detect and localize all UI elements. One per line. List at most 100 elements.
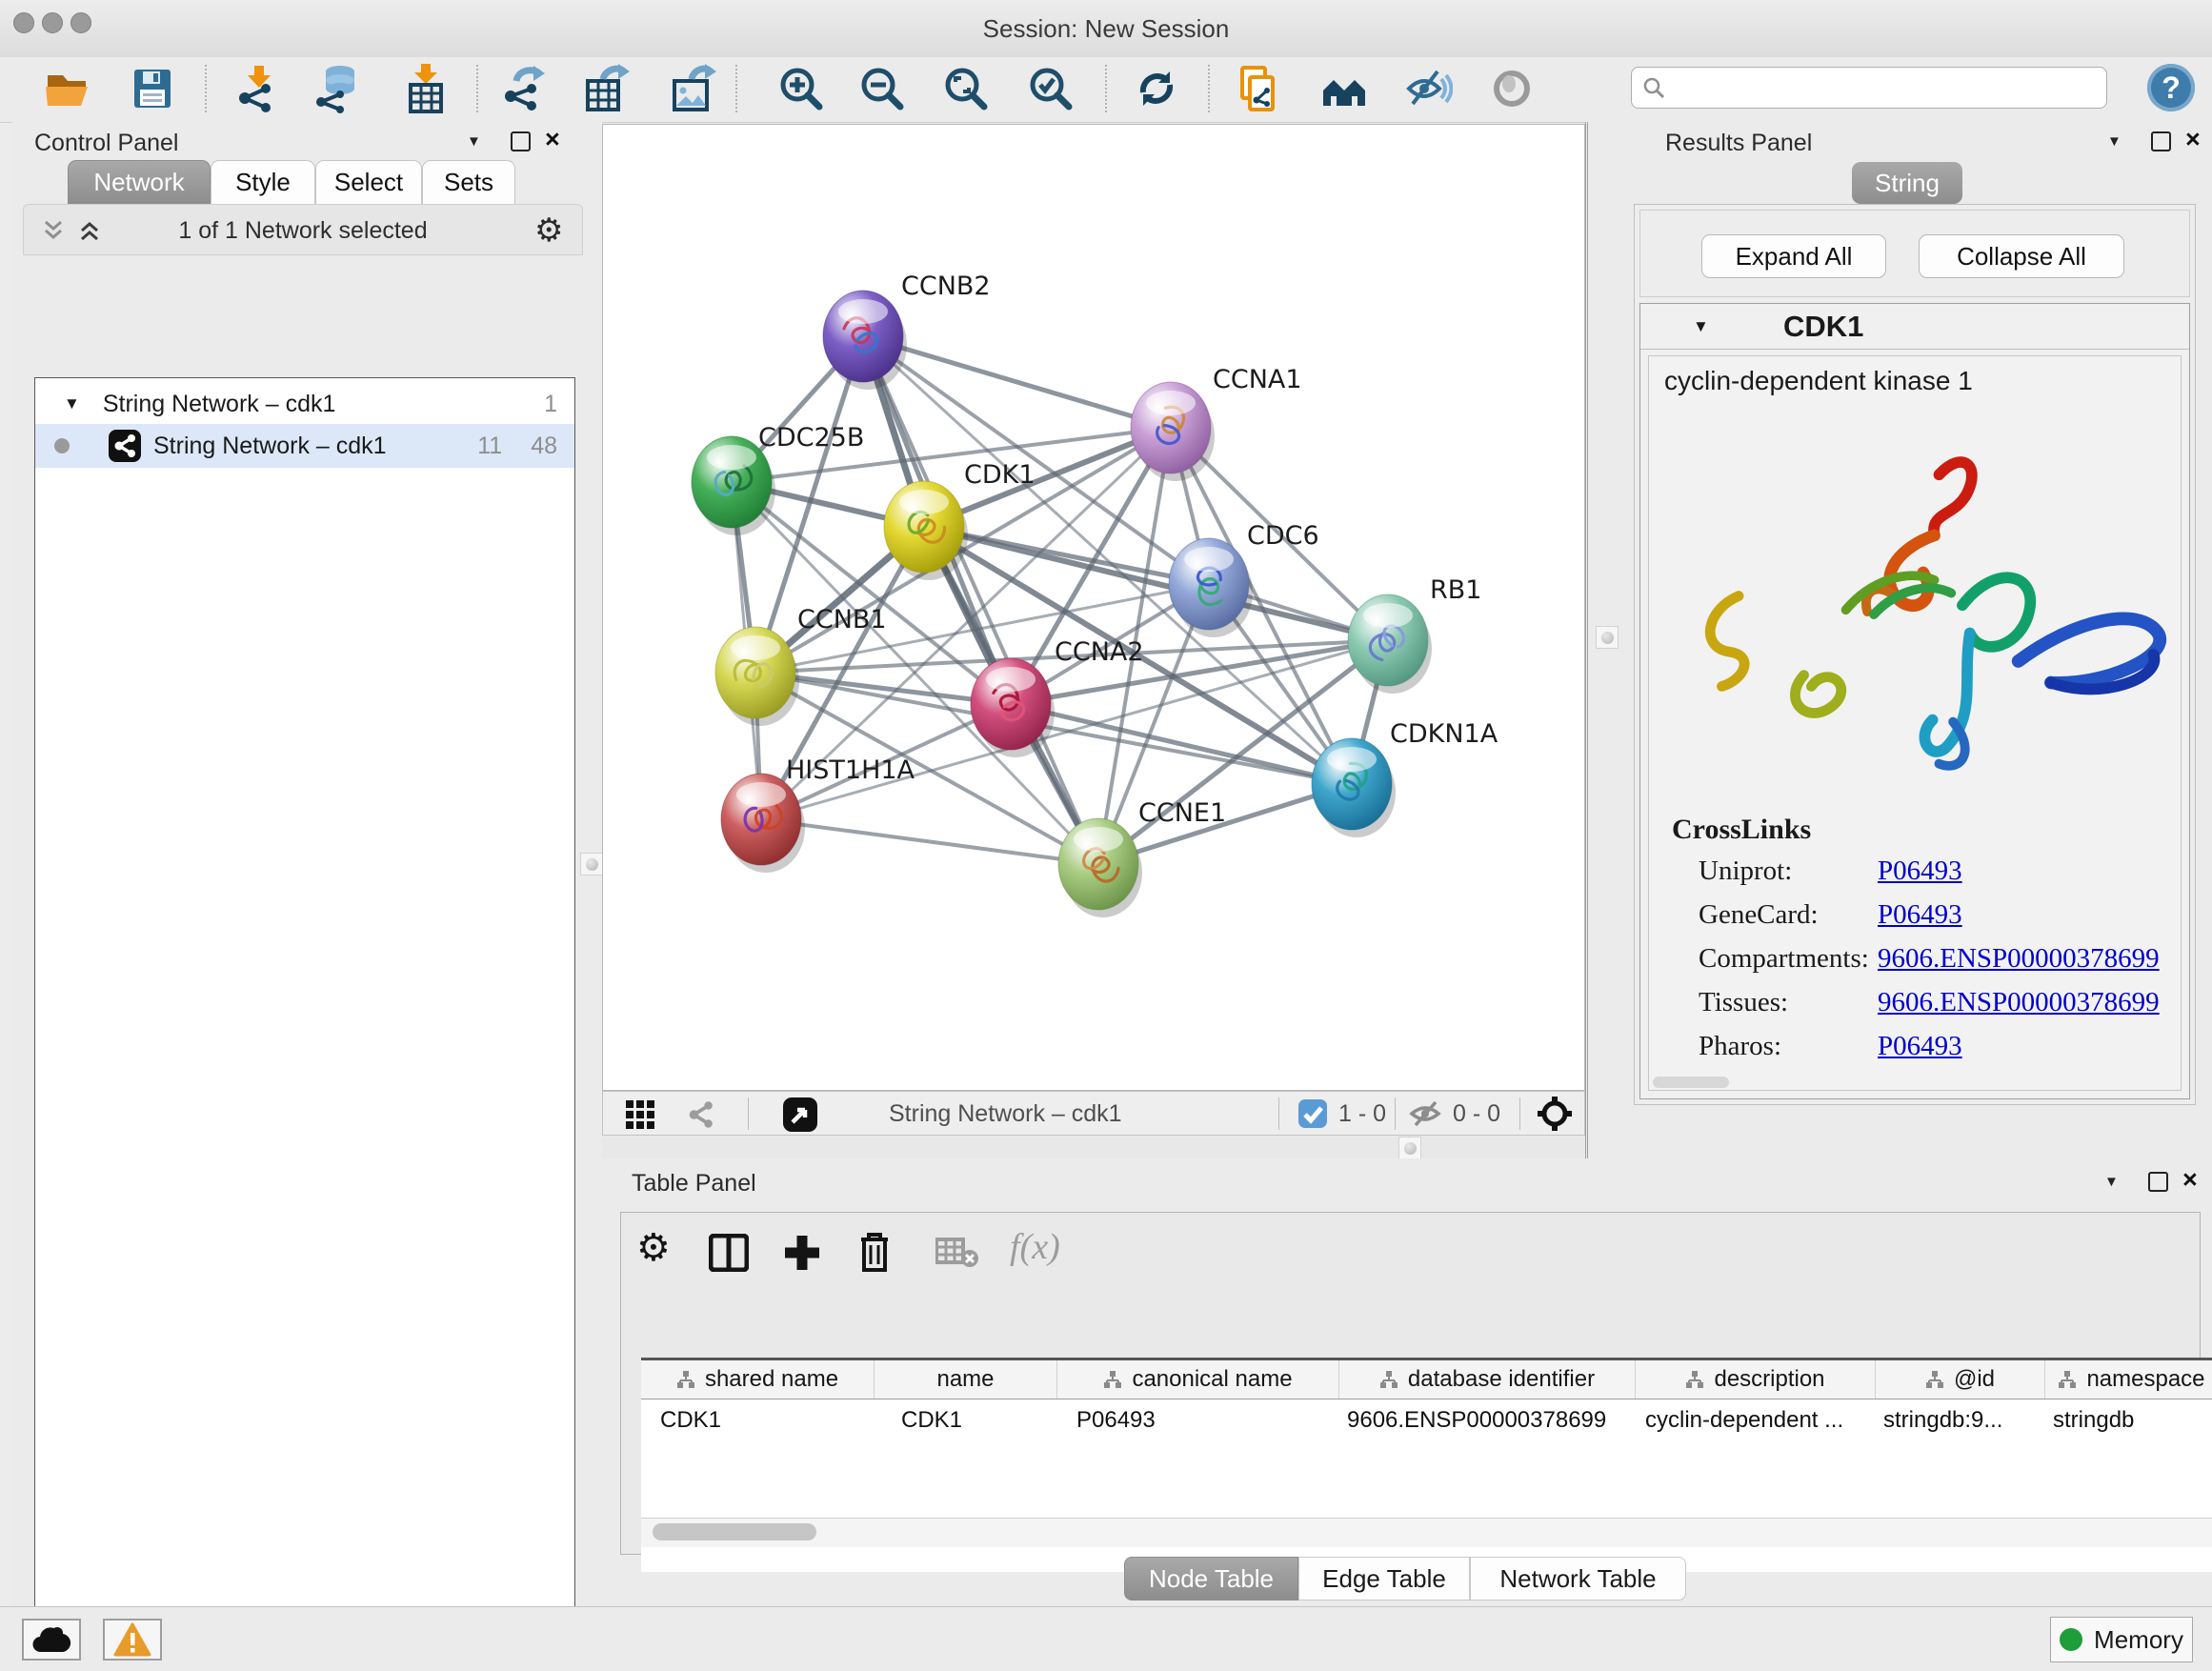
column-header-name[interactable]: name bbox=[875, 1360, 1057, 1399]
cell-canonical-name[interactable]: P06493 bbox=[1057, 1399, 1339, 1441]
table-panel-close-icon[interactable]: × bbox=[2182, 1170, 2198, 1189]
crosslink-genecard-link[interactable]: P06493 bbox=[1878, 899, 1962, 931]
control-panel-menu-arrow-icon[interactable]: ▼ bbox=[467, 133, 481, 150]
table-row[interactable]: CDK1 CDK1 P06493 9606.ENSP00000378699 cy… bbox=[641, 1399, 2212, 1441]
network-view-canvas[interactable]: CCNB2CCNA1CDC25BCDK1CDC6RB1CCNB1CCNA2CDK… bbox=[602, 124, 1585, 1091]
cloud-status-button[interactable] bbox=[22, 1619, 81, 1661]
toolbar-separator bbox=[735, 65, 737, 112]
node-label-CCNA1: CCNA1 bbox=[1213, 365, 1302, 394]
share-view-icon[interactable] bbox=[685, 1098, 717, 1131]
import-table-button[interactable] bbox=[399, 62, 452, 115]
show-all-button[interactable] bbox=[1485, 62, 1538, 115]
column-type-icon bbox=[1103, 1370, 1122, 1389]
export-image-button[interactable] bbox=[665, 62, 718, 115]
control-panel-close-icon[interactable]: × bbox=[545, 130, 560, 149]
tab-network[interactable]: Network bbox=[68, 160, 211, 204]
gene-expander-icon[interactable]: ▼ bbox=[1693, 317, 1709, 336]
column-type-icon bbox=[2058, 1370, 2077, 1389]
tab-node-table[interactable]: Node Table bbox=[1124, 1557, 1298, 1601]
first-neighbors-button[interactable] bbox=[1317, 62, 1371, 115]
collection-expander-icon[interactable]: ▼ bbox=[64, 394, 80, 413]
tab-network-table[interactable]: Network Table bbox=[1470, 1557, 1686, 1601]
section-scrollbar-thumb[interactable] bbox=[1653, 1077, 1729, 1088]
export-network-button[interactable] bbox=[499, 62, 553, 115]
cell-description[interactable]: cyclin-dependent ... bbox=[1636, 1399, 1876, 1441]
gene-section-header[interactable]: ▼ CDK1 bbox=[1640, 304, 2189, 350]
grid-view-icon[interactable] bbox=[626, 1100, 654, 1129]
table-scrollbar[interactable] bbox=[641, 1518, 2212, 1547]
tab-edge-table[interactable]: Edge Table bbox=[1298, 1557, 1470, 1601]
network-graph[interactable]: CCNB2CCNA1CDC25BCDK1CDC6RB1CCNB1CCNA2CDK… bbox=[603, 125, 1584, 1090]
results-panel-close-icon[interactable]: × bbox=[2185, 130, 2201, 149]
column-header-id[interactable]: @id bbox=[1876, 1360, 2045, 1399]
control-panel: Control Panel ▼ × Network Style Select S… bbox=[11, 122, 602, 1671]
string-import-button[interactable] bbox=[1233, 62, 1286, 115]
results-panel-float-icon[interactable] bbox=[2151, 131, 2171, 151]
memory-button[interactable]: Memory bbox=[2050, 1617, 2193, 1662]
expand-all-button[interactable]: Expand All bbox=[1701, 234, 1886, 278]
tab-select[interactable]: Select bbox=[315, 160, 422, 204]
control-panel-float-icon[interactable] bbox=[511, 131, 531, 151]
show-columns-icon[interactable] bbox=[709, 1234, 749, 1272]
zoom-out-icon bbox=[857, 64, 907, 113]
network-collection-row[interactable]: ▼ String Network – cdk1 1 bbox=[35, 382, 574, 426]
export-image-icon bbox=[667, 64, 716, 113]
node-label-CCNE1: CCNE1 bbox=[1138, 798, 1226, 828]
horizontal-splitter-handle[interactable] bbox=[1398, 1137, 1421, 1159]
import-network-button[interactable] bbox=[231, 62, 285, 115]
zoom-in-button[interactable] bbox=[774, 62, 828, 115]
hide-selected-button[interactable] bbox=[1401, 62, 1455, 115]
cell-shared-name[interactable]: CDK1 bbox=[641, 1399, 875, 1441]
crosslink-pharos-link[interactable]: P06493 bbox=[1878, 1031, 1962, 1062]
table-scrollbar-thumb[interactable] bbox=[653, 1523, 816, 1540]
tab-sets[interactable]: Sets bbox=[422, 160, 515, 204]
column-header-namespace[interactable]: namespace bbox=[2045, 1360, 2212, 1399]
open-session-button[interactable] bbox=[40, 62, 93, 115]
refresh-view-button[interactable] bbox=[1130, 62, 1183, 115]
import-network-from-database-button[interactable] bbox=[312, 62, 365, 115]
search-input[interactable] bbox=[1631, 67, 2107, 109]
function-builder-button[interactable]: f(x) bbox=[1010, 1226, 1060, 1268]
hidden-eye-slash-icon[interactable] bbox=[1409, 1099, 1441, 1128]
network-options-gear-icon[interactable]: ⚙ bbox=[534, 211, 563, 250]
network-row-label: String Network – cdk1 bbox=[153, 433, 387, 460]
table-gear-icon[interactable]: ⚙ bbox=[636, 1226, 671, 1270]
add-column-icon[interactable] bbox=[781, 1232, 823, 1274]
results-splitter-handle[interactable] bbox=[1596, 626, 1619, 649]
crosslink-uniprot-link[interactable]: P06493 bbox=[1878, 856, 1962, 887]
crosslink-compartments-link[interactable]: 9606.ENSP00000378699 bbox=[1878, 943, 2160, 975]
table-panel-menu-arrow-icon[interactable]: ▼ bbox=[2104, 1174, 2119, 1190]
tab-string[interactable]: String bbox=[1852, 162, 1962, 204]
current-network-dot-icon bbox=[54, 438, 70, 453]
crosslink-tissues-link[interactable]: 9606.ENSP00000378699 bbox=[1878, 987, 2160, 1018]
birds-eye-crosshair-icon[interactable] bbox=[1537, 1096, 1573, 1132]
cell-database-identifier[interactable]: 9606.ENSP00000378699 bbox=[1339, 1399, 1636, 1441]
navigator-icon[interactable] bbox=[782, 1097, 818, 1133]
column-header-canonical-name[interactable]: canonical name bbox=[1057, 1360, 1339, 1399]
cell-namespace[interactable]: stringdb bbox=[2045, 1399, 2212, 1441]
delete-column-icon[interactable] bbox=[855, 1230, 894, 1274]
help-button[interactable]: ? bbox=[2147, 64, 2195, 111]
collapse-all-button[interactable]: Collapse All bbox=[1919, 234, 2124, 278]
column-header-shared-name[interactable]: shared name bbox=[641, 1360, 875, 1399]
zoom-out-button[interactable] bbox=[855, 62, 909, 115]
table-panel-float-icon[interactable] bbox=[2148, 1172, 2168, 1192]
results-panel-menu-arrow-icon[interactable]: ▼ bbox=[2107, 133, 2122, 150]
tab-style[interactable]: Style bbox=[211, 160, 315, 204]
cell-name[interactable]: CDK1 bbox=[875, 1399, 1057, 1441]
zoom-selected-button[interactable] bbox=[1024, 62, 1077, 115]
cell-id[interactable]: stringdb:9... bbox=[1876, 1399, 2045, 1441]
gene-section: ▼ CDK1 cyclin-dependent kinase 1 CrossLi… bbox=[1639, 303, 2190, 1099]
column-header-database-identifier[interactable]: database identifier bbox=[1339, 1360, 1636, 1399]
search-icon bbox=[1641, 75, 1666, 100]
network-row-selected[interactable]: String Network – cdk1 11 48 bbox=[35, 424, 574, 468]
left-splitter-handle[interactable] bbox=[580, 853, 603, 876]
warning-status-button[interactable] bbox=[103, 1619, 162, 1661]
export-table-button[interactable] bbox=[580, 62, 633, 115]
zoom-fit-button[interactable] bbox=[939, 62, 993, 115]
delete-table-icon[interactable] bbox=[935, 1236, 979, 1268]
selected-checkbox-icon[interactable] bbox=[1298, 1099, 1327, 1128]
save-session-button[interactable] bbox=[126, 62, 179, 115]
table-panel: Table Panel ▼ × ⚙ f( bbox=[602, 1158, 2212, 1606]
column-header-description[interactable]: description bbox=[1636, 1360, 1876, 1399]
